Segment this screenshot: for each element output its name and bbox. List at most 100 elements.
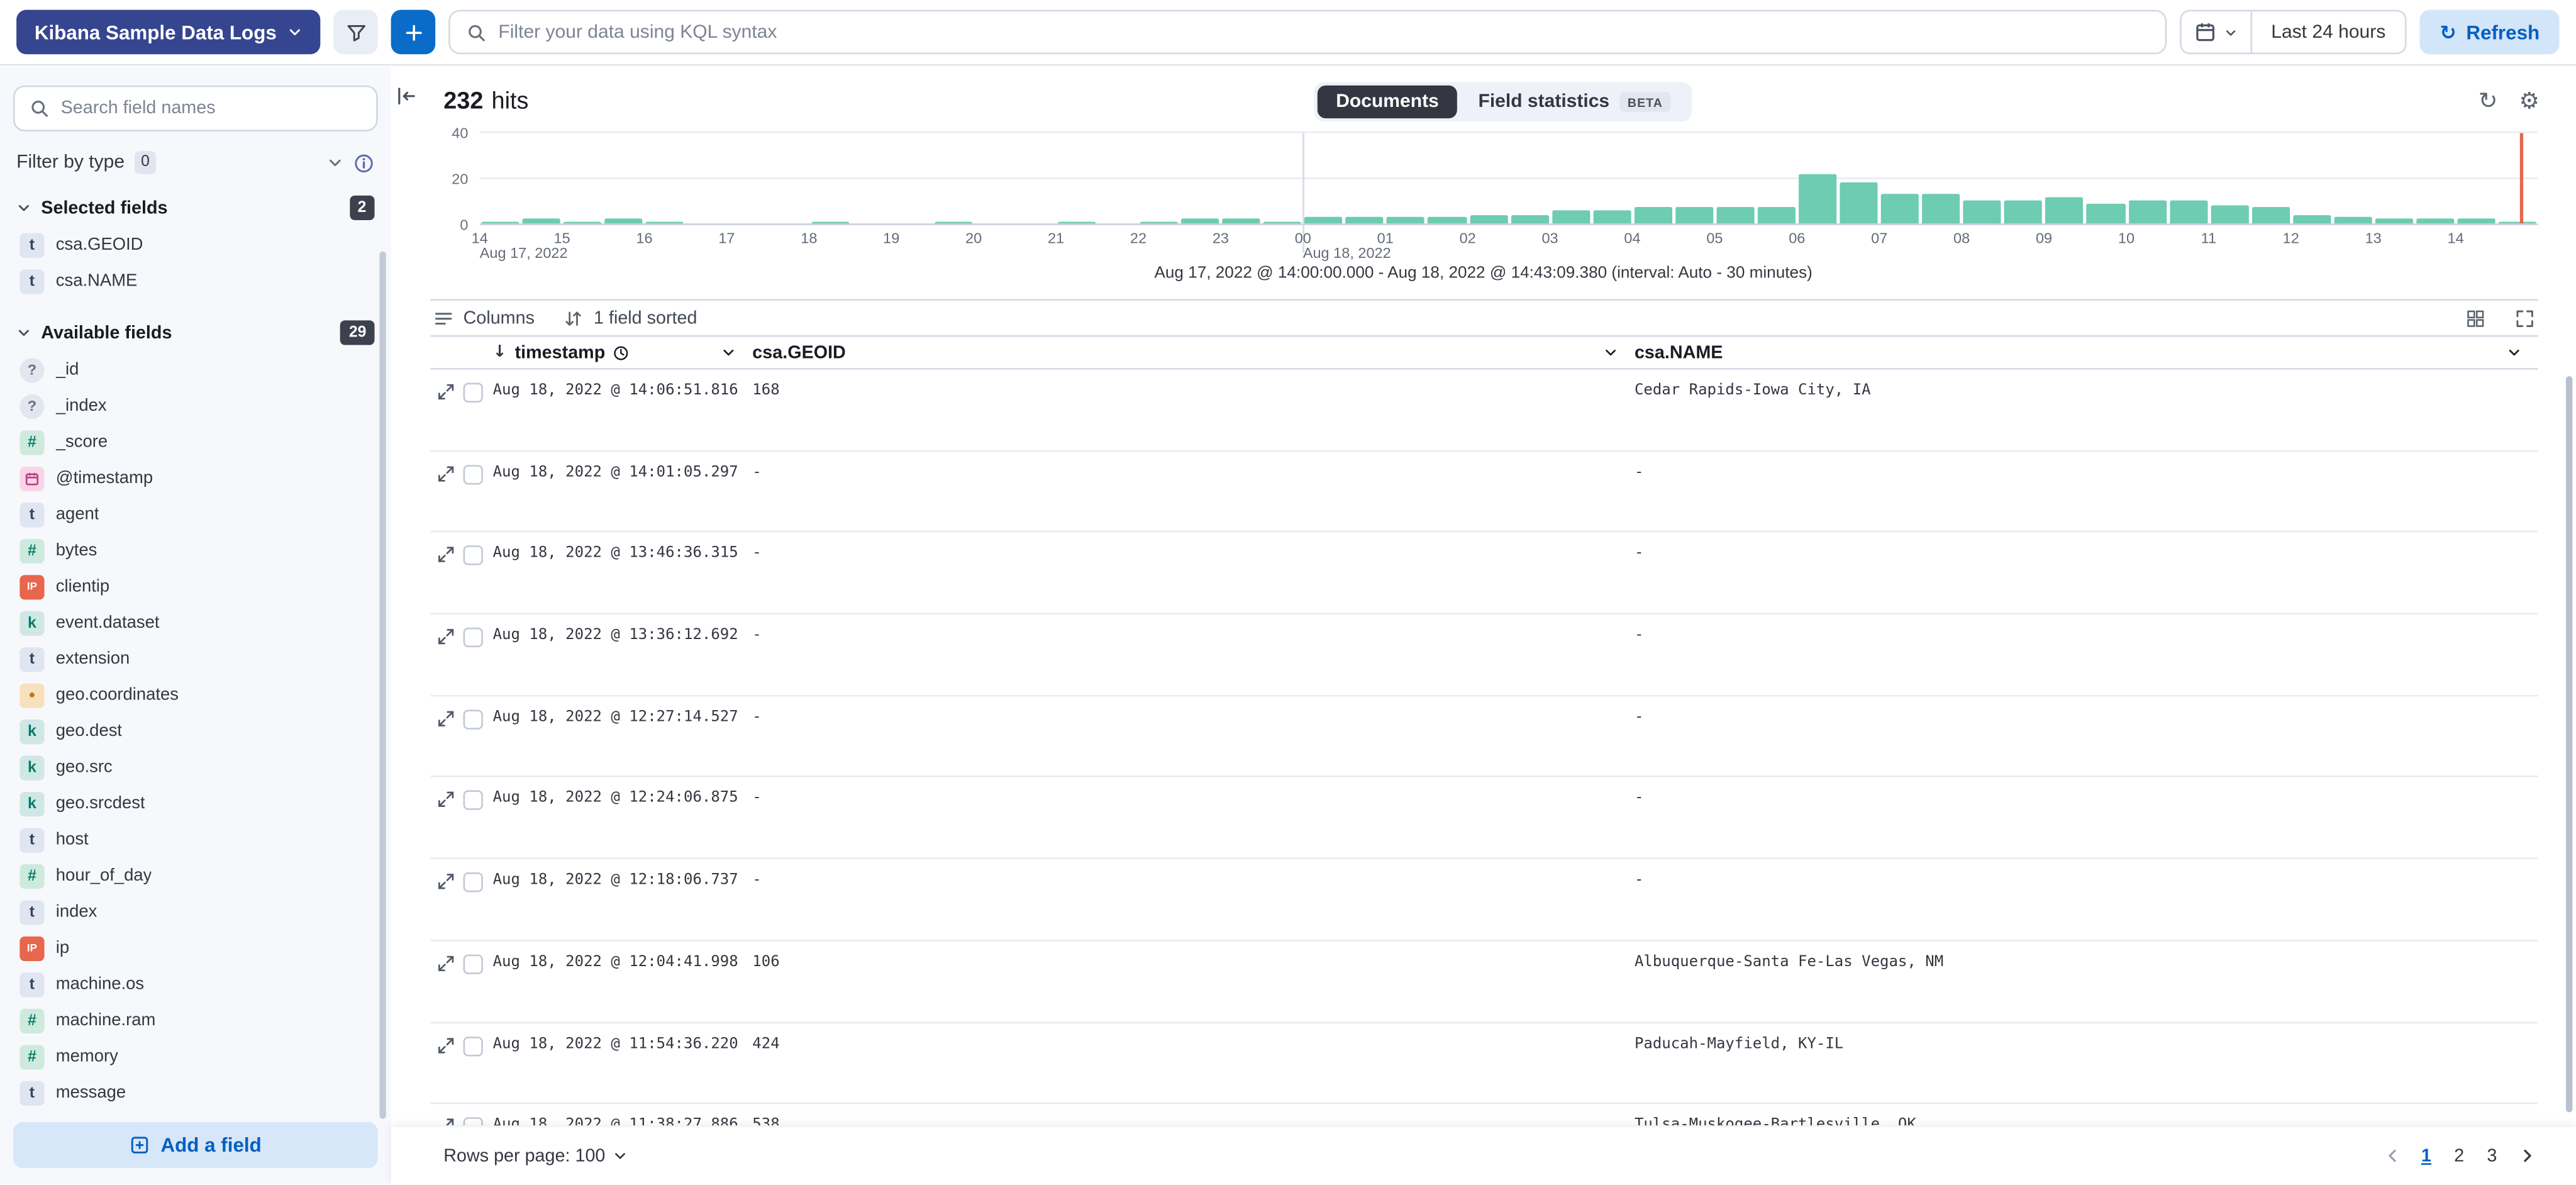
sort-fields-button[interactable]: 1 field sorted [564,309,697,328]
histogram-bar[interactable] [1509,133,1550,224]
histogram-bar[interactable] [1962,133,2002,224]
histogram-bars[interactable] [480,133,2538,224]
expand-row-button[interactable] [437,464,455,482]
expand-row-button[interactable] [437,383,455,401]
histogram-bar[interactable] [1015,133,1056,224]
field-item-geo.coordinates[interactable]: ●geo.coordinates [13,677,378,713]
field-item-clientip[interactable]: IPclientip [13,569,378,604]
expand-row-button[interactable] [437,628,455,646]
field-item-extension[interactable]: textension [13,641,378,677]
histogram-bar[interactable] [1303,133,1344,224]
histogram-bar[interactable] [1221,133,1262,224]
histogram-bar[interactable] [480,133,521,224]
expand-row-button[interactable] [437,791,455,809]
expand-row-button[interactable] [437,709,455,728]
field-search-input[interactable] [61,99,362,118]
histogram-bar[interactable] [2209,133,2250,224]
histogram-bar[interactable] [645,133,686,224]
table-scrollbar[interactable] [2566,376,2572,1112]
histogram-bar[interactable] [1591,133,1632,224]
filter-by-type-control[interactable]: Filter by type 0 [16,151,374,174]
field-item-index[interactable]: tindex [13,894,378,930]
page-button-2[interactable]: 2 [2445,1138,2474,1174]
select-row-checkbox[interactable] [464,464,483,484]
select-row-checkbox[interactable] [464,1118,483,1126]
histogram-bar[interactable] [1633,133,1674,224]
histogram-bar[interactable] [891,133,932,224]
select-row-checkbox[interactable] [464,383,483,403]
histogram-bar[interactable] [2168,133,2209,224]
histogram-bar[interactable] [1797,133,1838,224]
select-row-checkbox[interactable] [464,546,483,565]
chart-settings-button[interactable]: ⚙ [2519,91,2540,114]
field-item-geo.srcdest[interactable]: kgeo.srcdest [13,786,378,821]
histogram-bar[interactable] [1097,133,1138,224]
chart-options-button[interactable]: ↻ [2479,91,2498,114]
histogram-bar[interactable] [2291,133,2332,224]
field-item-agent[interactable]: tagent [13,496,378,532]
column-header-csa.GEOID[interactable]: csa.GEOID [752,337,1635,368]
histogram-bar[interactable] [1344,133,1385,224]
histogram-bar[interactable] [603,133,644,224]
histogram-bar[interactable] [686,133,726,224]
histogram-bar[interactable] [1180,133,1221,224]
select-row-checkbox[interactable] [464,709,483,729]
available-fields-header[interactable]: Available fields 29 [13,320,378,345]
select-row-checkbox[interactable] [464,791,483,811]
columns-button[interactable]: Columns [434,309,535,328]
tab-documents[interactable]: Documents [1318,86,1457,118]
rows-per-page-button[interactable]: Rows per page: 100 [443,1146,628,1166]
add-filter-button[interactable] [392,10,436,55]
histogram-bar[interactable] [1879,133,1920,224]
histogram-bar[interactable] [1715,133,1756,224]
histogram-bar[interactable] [1674,133,1714,224]
histogram-bar[interactable] [974,133,1014,224]
expand-row-button[interactable] [437,546,455,564]
field-item-_id[interactable]: ?_id [13,352,378,387]
histogram-bar[interactable] [1138,133,1179,224]
histogram-bar[interactable] [1838,133,1879,224]
histogram-bar[interactable] [1426,133,1467,224]
histogram-bar[interactable] [2333,133,2373,224]
field-item-@timestamp[interactable]: @timestamp [13,460,378,496]
tab-field-statistics[interactable]: Field statistics BETA [1460,86,1689,118]
field-item-ip[interactable]: IPip [13,930,378,965]
histogram-bar[interactable] [1550,133,1591,224]
expand-row-button[interactable] [437,1118,455,1126]
field-item-csa.NAME[interactable]: tcsa.NAME [13,263,378,299]
column-header-timestamp[interactable]: ↓timestamp [493,337,753,368]
histogram-bar[interactable] [2126,133,2167,224]
field-item-machine.ram[interactable]: #machine.ram [13,1002,378,1038]
histogram-bar[interactable] [2373,133,2414,224]
expand-row-button[interactable] [437,1036,455,1054]
refresh-button[interactable]: ↻ Refresh [2420,10,2559,55]
expand-row-button[interactable] [437,872,455,891]
field-item-bytes[interactable]: #bytes [13,532,378,568]
data-view-picker-button[interactable]: Kibana Sample Data Logs [16,10,321,55]
select-row-checkbox[interactable] [464,954,483,974]
saved-query-menu-button[interactable] [334,10,379,55]
histogram-bar[interactable] [850,133,891,224]
kql-input[interactable] [498,22,2148,42]
display-options-button[interactable] [2466,309,2485,328]
histogram-bar[interactable] [2414,133,2455,224]
selected-fields-header[interactable]: Selected fields 2 [13,196,378,220]
expand-row-button[interactable] [437,954,455,972]
histogram-bar[interactable] [1262,133,1303,224]
field-item-event.dataset[interactable]: kevent.dataset [13,604,378,640]
field-item-memory[interactable]: #memory [13,1038,378,1074]
field-item-csa.GEOID[interactable]: tcsa.GEOID [13,226,378,262]
select-row-checkbox[interactable] [464,1036,483,1055]
field-item-hour_of_day[interactable]: #hour_of_day [13,857,378,893]
field-item-geo.src[interactable]: kgeo.src [13,749,378,785]
column-header-csa.NAME[interactable]: csa.NAME [1635,337,2538,368]
histogram-bar[interactable] [1756,133,1797,224]
fullscreen-button[interactable] [2515,309,2534,328]
date-picker-menu-button[interactable] [2181,11,2250,52]
field-item-_index[interactable]: ?_index [13,387,378,423]
histogram-bar[interactable] [2250,133,2291,224]
histogram-bar[interactable] [768,133,809,224]
page-button-3[interactable]: 3 [2477,1138,2507,1174]
histogram-bar[interactable] [521,133,562,224]
field-item-geo.dest[interactable]: kgeo.dest [13,713,378,749]
